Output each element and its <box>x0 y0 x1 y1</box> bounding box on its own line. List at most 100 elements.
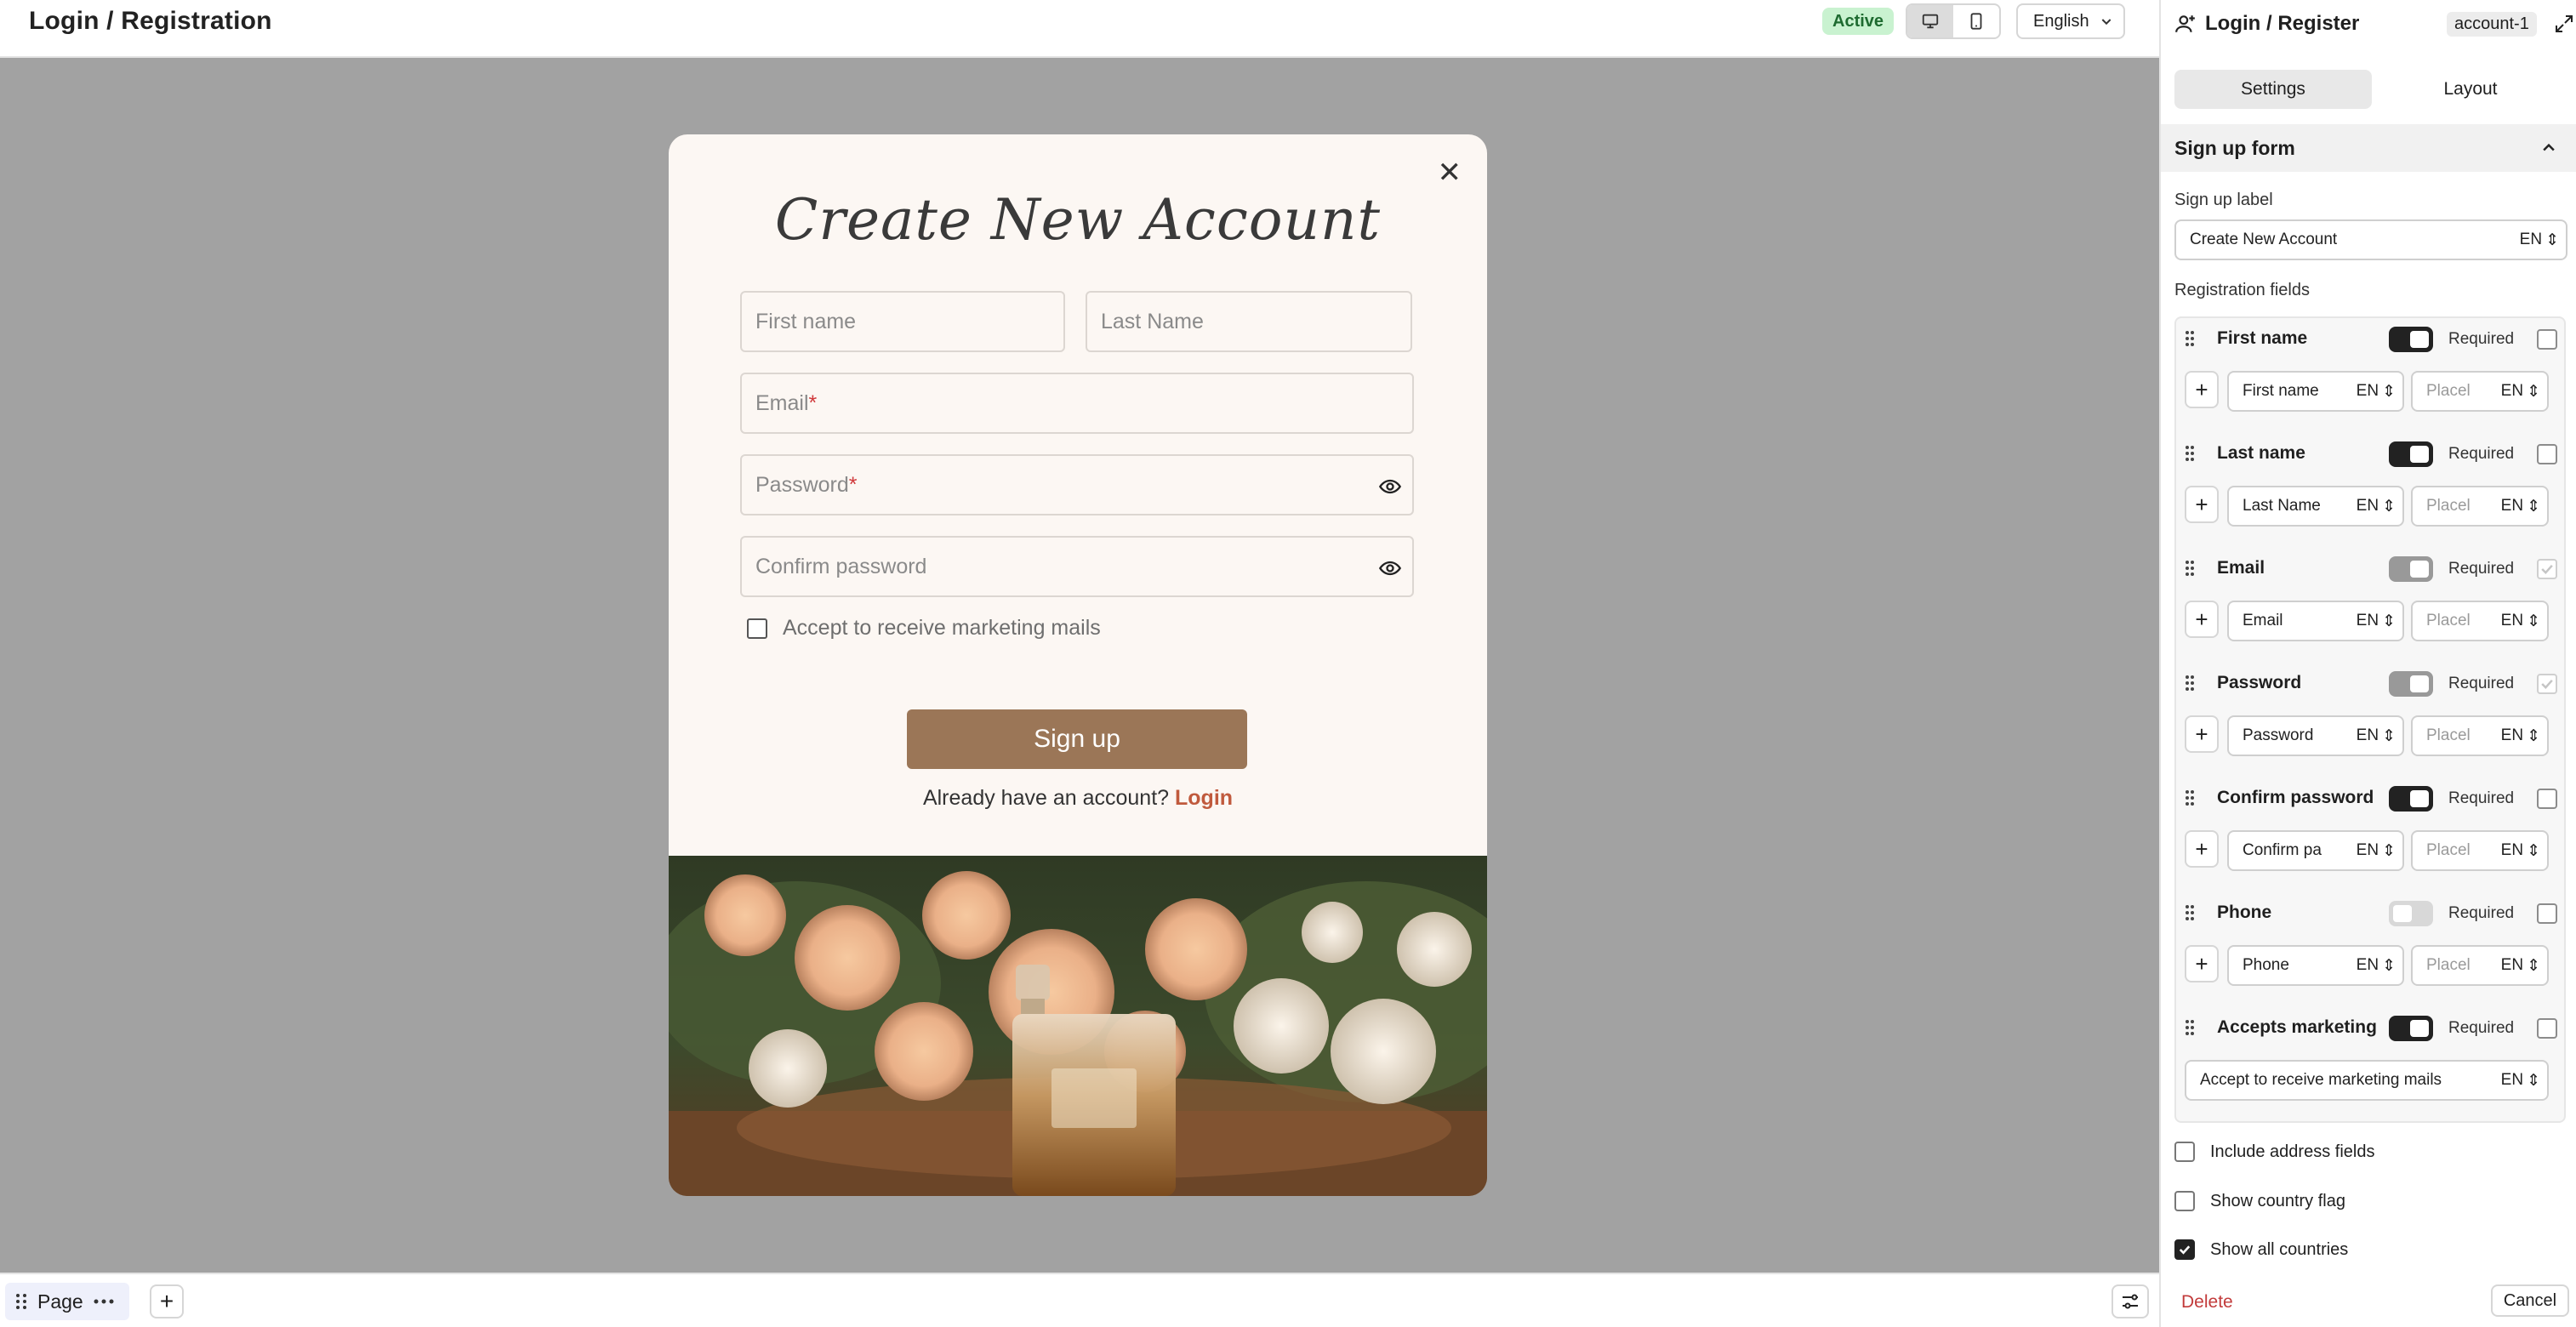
required-checkbox[interactable] <box>2537 444 2557 464</box>
field-row-phone: Phone Required + Phone EN ⇕ Placel EN ⇕ <box>2176 892 2564 1007</box>
delete-button[interactable]: Delete <box>2181 1292 2233 1313</box>
marketing-checkbox[interactable] <box>747 618 767 639</box>
tab-settings[interactable]: Settings <box>2174 70 2372 109</box>
password-input[interactable]: Password * <box>740 454 1414 515</box>
field-label-input[interactable]: Phone EN ⇕ <box>2227 945 2404 986</box>
lang-selector[interactable]: EN ⇕ <box>2501 1062 2540 1099</box>
page-button[interactable]: Page <box>5 1283 129 1320</box>
field-label-input[interactable]: Email EN ⇕ <box>2227 601 2404 641</box>
required-checkbox[interactable] <box>2537 674 2557 694</box>
signup-button[interactable]: Sign up <box>907 709 1247 769</box>
add-button[interactable]: + <box>2185 371 2219 408</box>
required-label: Required <box>2448 445 2515 463</box>
lang-selector[interactable]: EN ⇕ <box>2357 602 2396 640</box>
add-button[interactable]: + <box>2185 486 2219 523</box>
lang-code: EN <box>2500 612 2524 629</box>
eye-icon[interactable] <box>1378 475 1402 498</box>
drag-handle-icon[interactable] <box>2185 675 2195 697</box>
login-link[interactable]: Login <box>1175 786 1233 810</box>
show-country-flag-option[interactable]: Show country flag <box>2174 1191 2345 1211</box>
cancel-button[interactable]: Cancel <box>2491 1284 2569 1317</box>
drag-handle-icon[interactable] <box>2185 1019 2195 1041</box>
lang-selector[interactable]: EN ⇕ <box>2501 717 2540 755</box>
field-label-input[interactable]: Last Name EN ⇕ <box>2227 486 2404 527</box>
required-checkbox[interactable] <box>2537 1018 2557 1039</box>
plus-icon: + <box>2195 376 2208 402</box>
panel-tabs: Settings Layout <box>2174 70 2569 109</box>
show-country-flag-checkbox[interactable] <box>2174 1191 2195 1211</box>
editor-canvas: ✕ Create New Account First name Last Nam… <box>0 58 2159 1273</box>
required-mark: * <box>848 472 858 497</box>
eye-icon[interactable] <box>1378 556 1402 580</box>
email-input[interactable]: Email * <box>740 373 1414 434</box>
add-section-button[interactable]: + <box>150 1284 184 1318</box>
drag-handle-icon[interactable] <box>2185 330 2195 352</box>
required-checkbox[interactable] <box>2537 329 2557 350</box>
field-name: Password <box>2217 673 2302 692</box>
tab-layout[interactable]: Layout <box>2372 70 2569 109</box>
lang-selector[interactable]: EN ⇕ <box>2520 221 2559 259</box>
lang-selector[interactable]: EN ⇕ <box>2357 832 2396 869</box>
drag-handle-icon[interactable] <box>2185 445 2195 467</box>
lang-selector[interactable]: EN ⇕ <box>2501 832 2540 869</box>
section-header[interactable]: Sign up form <box>2161 124 2576 172</box>
lang-selector[interactable]: EN ⇕ <box>2357 947 2396 984</box>
show-all-countries-option[interactable]: Show all countries <box>2174 1239 2348 1260</box>
field-label-input[interactable]: Confirm pa EN ⇕ <box>2227 830 2404 871</box>
field-toggle[interactable] <box>2389 556 2433 582</box>
updown-icon: ⇕ <box>2527 726 2540 745</box>
include-address-checkbox[interactable] <box>2174 1142 2195 1162</box>
drag-handle-icon[interactable] <box>2185 560 2195 582</box>
lang-selector[interactable]: EN ⇕ <box>2501 947 2540 984</box>
field-placeholder-input[interactable]: Placel EN ⇕ <box>2411 945 2549 986</box>
show-all-countries-checkbox[interactable] <box>2174 1239 2195 1260</box>
lang-selector[interactable]: EN ⇕ <box>2501 373 2540 410</box>
field-placeholder-input[interactable]: Placel EN ⇕ <box>2411 486 2549 527</box>
close-icon[interactable]: ✕ <box>1438 158 1462 187</box>
field-placeholder-input[interactable]: Placel EN ⇕ <box>2411 715 2549 756</box>
add-button[interactable]: + <box>2185 601 2219 638</box>
password-placeholder: Password <box>755 472 849 497</box>
confirm-password-input[interactable]: Confirm password <box>740 536 1414 597</box>
first-name-input[interactable]: First name <box>740 291 1065 352</box>
field-placeholder-input[interactable]: Placel EN ⇕ <box>2411 601 2549 641</box>
lang-selector[interactable]: EN ⇕ <box>2357 717 2396 755</box>
field-placeholder-input[interactable]: Placel EN ⇕ <box>2411 371 2549 412</box>
field-toggle[interactable] <box>2389 441 2433 467</box>
last-name-input[interactable]: Last Name <box>1086 291 1412 352</box>
required-checkbox[interactable] <box>2537 789 2557 809</box>
signup-label-caption: Sign up label <box>2174 191 2273 209</box>
add-button[interactable]: + <box>2185 830 2219 868</box>
include-address-option[interactable]: Include address fields <box>2174 1142 2374 1162</box>
field-toggle[interactable] <box>2389 901 2433 926</box>
more-icon[interactable] <box>94 1298 114 1305</box>
lang-selector[interactable]: EN ⇕ <box>2357 487 2396 525</box>
already-text: Already have an account? <box>922 786 1170 810</box>
field-toggle[interactable] <box>2389 786 2433 812</box>
drag-handle-icon[interactable] <box>2185 789 2195 812</box>
field-toggle[interactable] <box>2389 671 2433 697</box>
field-label-input[interactable]: Accept to receive marketing mails EN ⇕ <box>2185 1060 2549 1101</box>
expand-icon[interactable] <box>2554 14 2574 34</box>
add-button[interactable]: + <box>2185 715 2219 753</box>
desktop-view-button[interactable] <box>1907 5 1953 37</box>
updown-icon: ⇕ <box>2527 956 2540 975</box>
required-checkbox[interactable] <box>2537 903 2557 924</box>
lang-selector[interactable]: EN ⇕ <box>2501 487 2540 525</box>
field-toggle[interactable] <box>2389 1016 2433 1041</box>
signup-label-field[interactable]: Create New Account EN ⇕ <box>2174 219 2567 260</box>
field-label-input[interactable]: First name EN ⇕ <box>2227 371 2404 412</box>
add-button[interactable]: + <box>2185 945 2219 982</box>
field-toggle[interactable] <box>2389 327 2433 352</box>
lang-selector[interactable]: EN ⇕ <box>2501 602 2540 640</box>
settings-toggle-button[interactable] <box>2112 1284 2149 1318</box>
plus-icon: + <box>2195 950 2208 977</box>
required-checkbox[interactable] <box>2537 559 2557 579</box>
drag-handle-icon[interactable] <box>2185 904 2195 926</box>
field-placeholder-input[interactable]: Placel EN ⇕ <box>2411 830 2549 871</box>
language-select[interactable]: English <box>2016 3 2125 39</box>
placeholder-value: Placel <box>2426 382 2471 400</box>
field-label-input[interactable]: Password EN ⇕ <box>2227 715 2404 756</box>
mobile-view-button[interactable] <box>1953 5 1999 37</box>
lang-selector[interactable]: EN ⇕ <box>2357 373 2396 410</box>
